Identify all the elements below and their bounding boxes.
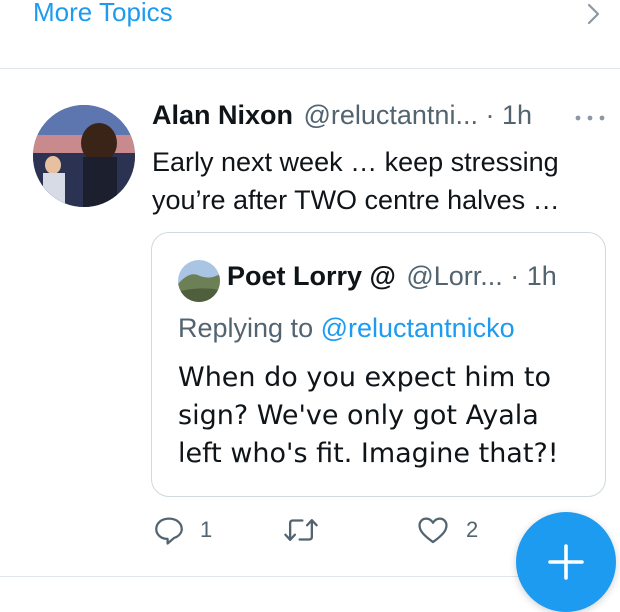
plus-icon — [548, 544, 584, 580]
reply-icon — [155, 517, 183, 545]
tweet-header: Alan Nixon @reluctantni... · 1h — [152, 100, 532, 140]
divider — [0, 576, 520, 577]
avatar-image — [33, 105, 135, 207]
compose-tweet-button[interactable] — [516, 512, 616, 612]
quoted-tweet[interactable]: Poet Lorry @ @Lorr... · 1h Replying to @… — [151, 232, 606, 497]
author-name[interactable]: Alan Nixon — [152, 100, 293, 130]
quoted-header: Poet Lorry @ @Lorr... · 1h — [227, 261, 557, 292]
quoted-author-handle-time: @Lorr... · 1h — [406, 261, 557, 291]
more-options-icon[interactable] — [572, 108, 608, 128]
quoted-text: When do you expect him to sign? We've on… — [178, 362, 559, 469]
more-topics-label[interactable]: More Topics — [33, 0, 173, 28]
replying-to-mention[interactable]: @reluctantnicko — [321, 313, 515, 343]
avatar[interactable] — [33, 105, 135, 207]
retweet-button[interactable] — [282, 513, 320, 547]
like-button[interactable]: 2 — [416, 513, 478, 547]
replying-to-line: Replying to @reluctantnicko — [178, 313, 515, 344]
quoted-avatar — [178, 260, 220, 302]
tweet-text: Early next week … keep stressing you’re … — [152, 147, 560, 215]
heart-icon — [418, 517, 448, 544]
retweet-icon — [284, 519, 318, 541]
author-handle-time[interactable]: @reluctantni... · 1h — [303, 100, 532, 130]
more-topics-row[interactable]: More Topics — [0, 0, 620, 69]
replying-to-label: Replying to — [178, 313, 314, 343]
quoted-author-name: Poet Lorry @ — [227, 261, 396, 291]
reply-button[interactable]: 1 — [152, 513, 212, 547]
like-count: 2 — [466, 517, 479, 542]
reply-count: 1 — [200, 517, 213, 542]
chevron-right-icon — [587, 3, 600, 25]
